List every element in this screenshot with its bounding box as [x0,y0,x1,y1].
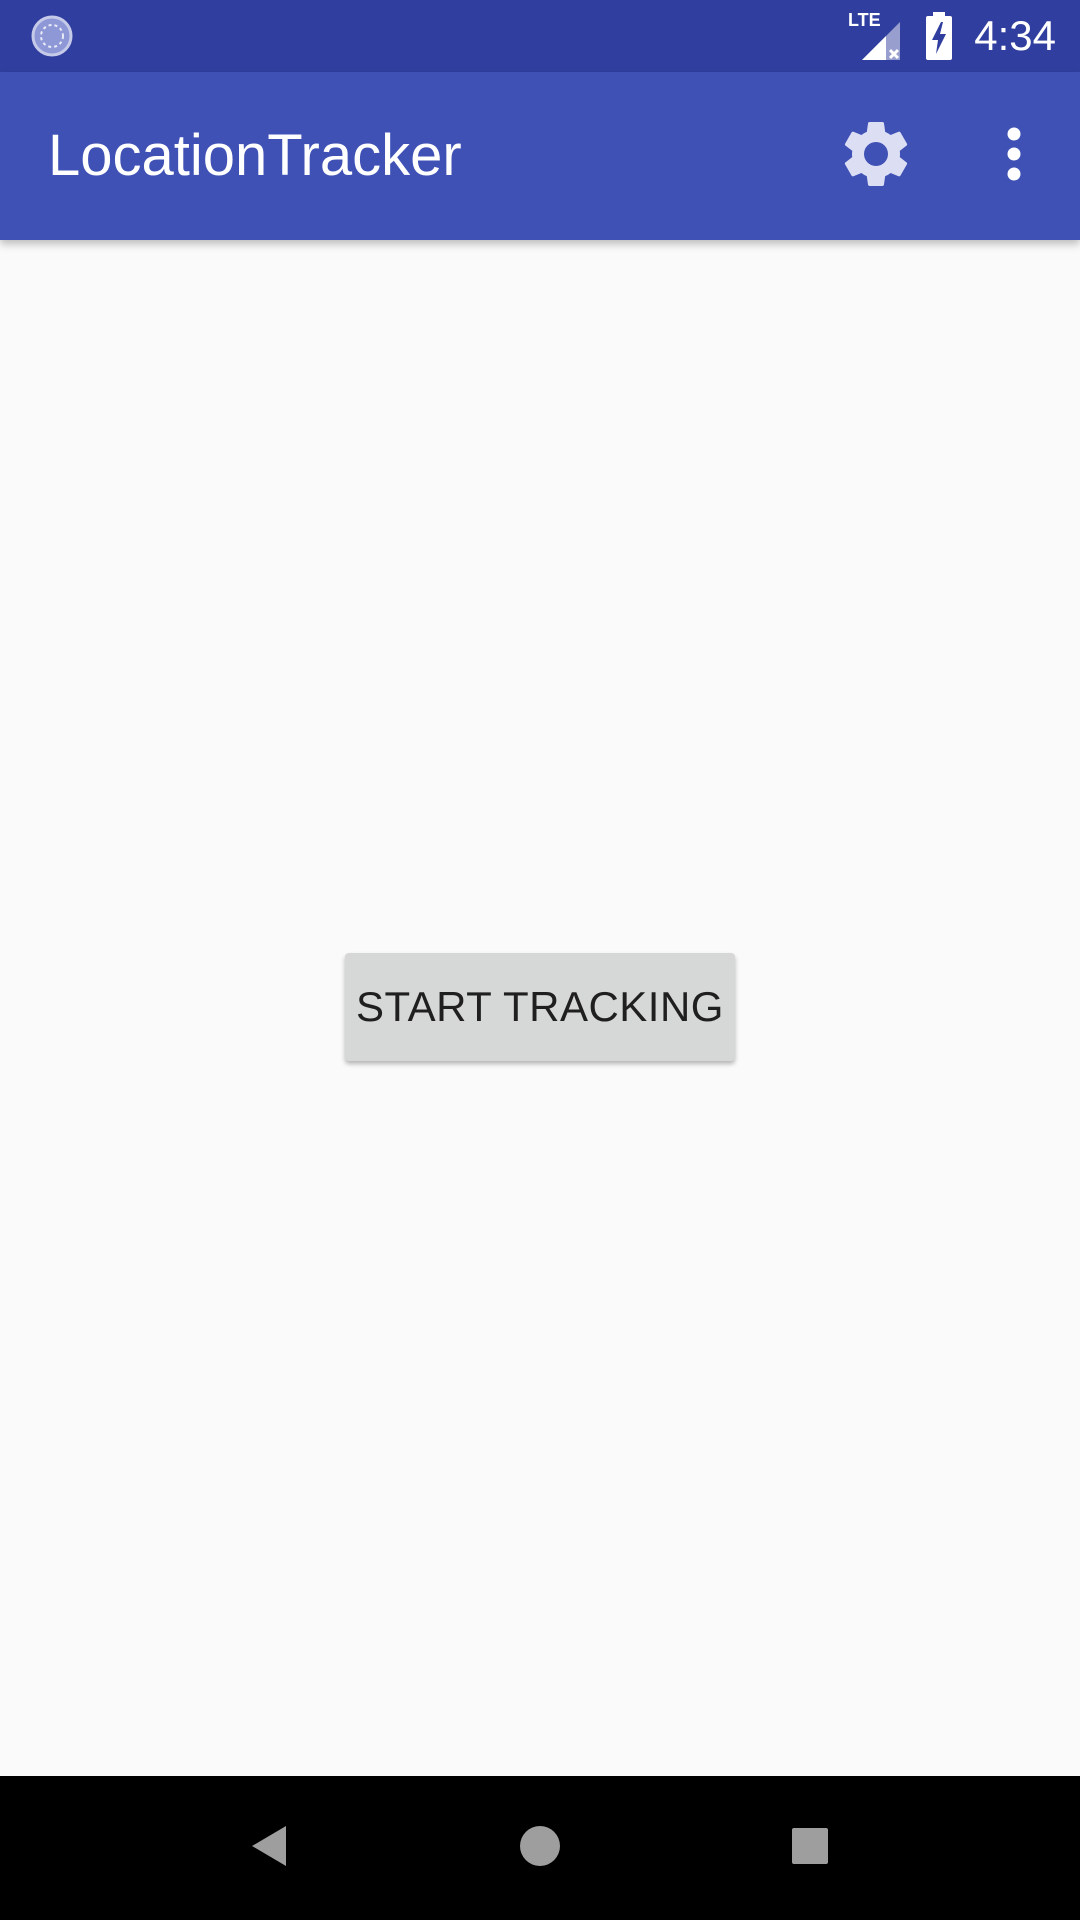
battery-charging-icon [924,12,954,60]
overflow-menu-button[interactable] [970,112,1058,200]
status-bar: LTE 4:34 [0,0,1080,72]
overflow-menu-icon [1004,126,1024,187]
back-icon [248,1824,292,1873]
home-icon [518,1824,562,1873]
home-button[interactable] [504,1812,576,1884]
start-tracking-button[interactable]: START TRACKING [345,953,735,1061]
recents-button[interactable] [774,1812,846,1884]
lte-signal-icon: LTE [848,8,904,64]
settings-button[interactable] [832,112,920,200]
app-title: LocationTracker [48,123,462,188]
recents-icon [790,1826,830,1871]
navigation-bar [0,1776,1080,1920]
back-button[interactable] [234,1812,306,1884]
sync-notification-icon [30,14,74,58]
app-bar: LocationTracker [0,72,1080,240]
main-content: START TRACKING [0,240,1080,1776]
settings-icon [836,114,916,199]
status-icons: LTE 4:34 [848,0,1056,72]
network-type-label: LTE [848,10,881,30]
status-time: 4:34 [974,12,1056,59]
